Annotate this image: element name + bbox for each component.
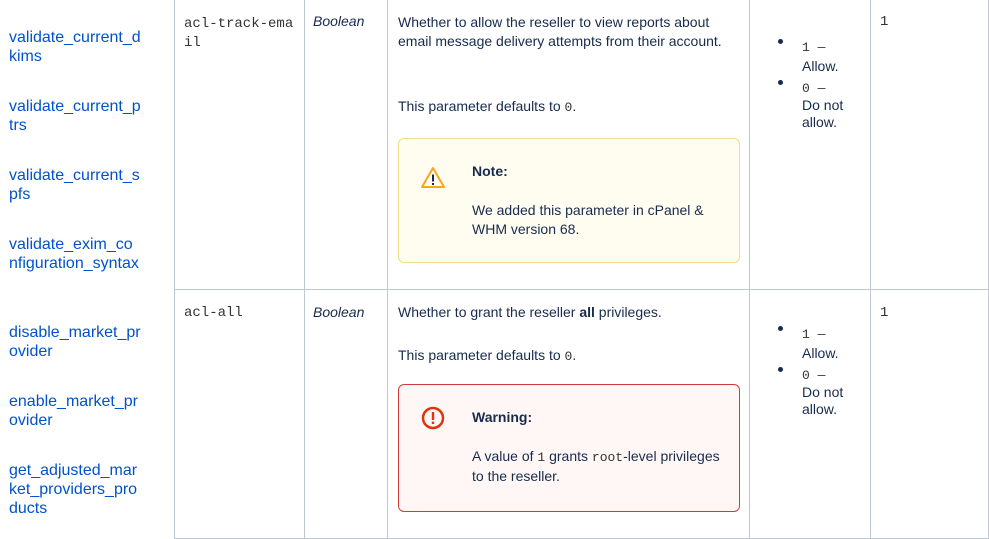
table-border <box>174 0 175 539</box>
parameter-default: This parameter defaults to 0. <box>398 347 577 364</box>
value-label: Allow. <box>802 58 839 74</box>
note-body: We added this parameter in cPanel & WHM … <box>472 202 704 237</box>
bullet <box>778 80 783 85</box>
sidebar-nav: validate_current_dkims validate_current_… <box>0 0 150 539</box>
parameter-name: acl-all <box>184 305 243 321</box>
table-border <box>870 0 871 539</box>
value-code: 1 — <box>802 40 826 55</box>
sidebar-link-enable-market-provider[interactable]: enable_market_provider <box>9 392 141 430</box>
example-value: 1 <box>880 305 889 321</box>
value-label: Do not allow. <box>802 97 844 130</box>
table-border <box>304 0 305 539</box>
sidebar-link-disable-market-provider[interactable]: disable_market_provider <box>9 323 141 361</box>
parameter-description: Whether to grant the reseller all privil… <box>398 304 662 320</box>
value-code: 0 — <box>802 81 826 96</box>
parameter-description: Whether to allow the reseller to view re… <box>398 14 722 49</box>
table-border <box>387 0 388 539</box>
sidebar-link-validate-current-spfs[interactable]: validate_current_spfs <box>9 166 141 204</box>
bullet <box>778 367 783 372</box>
value-label: Do not allow. <box>802 384 844 417</box>
value-code: 0 — <box>802 368 826 383</box>
value-label: Allow. <box>802 345 839 361</box>
bullet <box>778 39 783 44</box>
sidebar-link-validate-current-ptrs[interactable]: validate_current_ptrs <box>9 97 141 135</box>
note-panel: Note: We added this parameter in cPanel … <box>398 138 740 263</box>
note-title: Note: <box>472 163 508 179</box>
table-row-divider <box>174 289 989 290</box>
warning-panel: Warning: A value of 1 grants root-level … <box>398 384 740 512</box>
parameter-default: This parameter defaults to 0. <box>398 98 577 115</box>
warning-title: Warning: <box>472 409 533 425</box>
value-code: 1 — <box>802 327 826 342</box>
sidebar-link-validate-exim-configuration-syntax[interactable]: validate_exim_configuration_syntax <box>9 235 141 273</box>
parameter-name: acl-track-email <box>184 16 294 51</box>
table-border <box>749 0 750 539</box>
example-value: 1 <box>880 14 889 30</box>
parameter-type: Boolean <box>313 13 365 29</box>
warning-body: A value of 1 grants root-level privilege… <box>472 448 720 484</box>
warning-triangle-icon <box>421 166 445 190</box>
error-circle-icon <box>421 406 445 430</box>
bullet <box>778 326 783 331</box>
sidebar-link-validate-current-dkims[interactable]: validate_current_dkims <box>9 28 141 66</box>
parameter-type: Boolean <box>313 304 365 320</box>
sidebar-link-get-adjusted-market-providers-products[interactable]: get_adjusted_market_providers_products <box>9 461 141 518</box>
